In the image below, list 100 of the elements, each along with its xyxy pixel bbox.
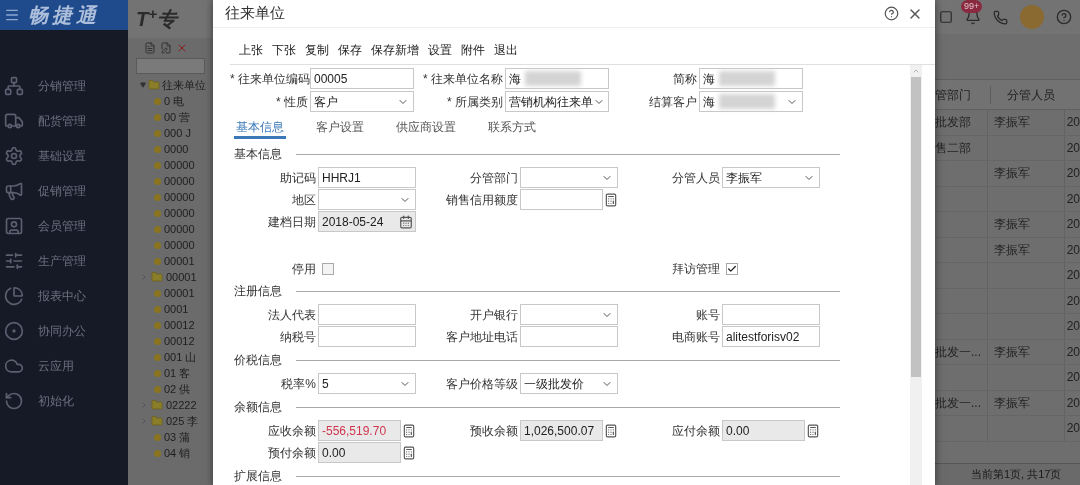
help-icon[interactable] bbox=[884, 6, 899, 21]
tree-item[interactable]: 02222 bbox=[166, 396, 197, 414]
input-field[interactable] bbox=[722, 304, 820, 325]
input-field[interactable] bbox=[520, 189, 603, 210]
tree-item[interactable]: 00000 bbox=[164, 156, 195, 174]
checkbox[interactable] bbox=[322, 263, 334, 275]
tab[interactable]: 联系方式 bbox=[486, 118, 538, 139]
menu-icon[interactable] bbox=[4, 7, 20, 23]
tree-item[interactable]: 00000 bbox=[164, 188, 195, 206]
sidebar-item[interactable]: 分销管理 bbox=[0, 68, 128, 103]
expand-icon[interactable] bbox=[140, 273, 148, 281]
scroll-up-icon[interactable] bbox=[912, 67, 920, 75]
tree-item[interactable]: 025 李 bbox=[166, 412, 199, 430]
select-field[interactable]: 客户 bbox=[310, 91, 414, 112]
tab[interactable]: 客户设置 bbox=[314, 118, 366, 139]
select-field[interactable] bbox=[520, 304, 618, 325]
sidebar-item[interactable]: 协同办公 bbox=[0, 313, 128, 348]
input-field[interactable] bbox=[318, 304, 416, 325]
tree-item[interactable]: 00001 bbox=[166, 268, 197, 286]
phone-icon[interactable] bbox=[993, 9, 1008, 25]
select-field[interactable] bbox=[318, 189, 416, 210]
tree-item[interactable]: 04 销 bbox=[164, 444, 191, 462]
checkbox[interactable] bbox=[726, 263, 738, 275]
tree-item[interactable]: 00000 bbox=[164, 220, 195, 238]
tree-item[interactable]: 0001 bbox=[164, 300, 189, 318]
section-title: 扩展信息 bbox=[234, 468, 282, 485]
field-label: 分管部门 bbox=[469, 169, 519, 187]
calculator-icon[interactable] bbox=[604, 423, 618, 438]
sidebar-item[interactable]: 促销管理 bbox=[0, 173, 128, 208]
tree-item[interactable]: 00000 bbox=[164, 172, 195, 190]
scrollbar[interactable] bbox=[910, 65, 922, 485]
field-label: 预收余额 bbox=[469, 422, 519, 440]
toolbar-button[interactable]: 保存 bbox=[338, 41, 362, 59]
tree-item[interactable]: 03 蒲 bbox=[164, 428, 191, 446]
input-field[interactable]: 海 bbox=[505, 68, 609, 89]
select-field[interactable]: 李振军 bbox=[722, 167, 820, 188]
tree-item[interactable]: 000 J bbox=[164, 124, 191, 142]
sidebar-item[interactable]: 报表中心 bbox=[0, 278, 128, 313]
input-field[interactable] bbox=[318, 326, 416, 347]
tab[interactable]: 供应商设置 bbox=[394, 118, 458, 139]
toolbar-button[interactable]: 复制 bbox=[305, 41, 329, 59]
table-cell: 李振军 bbox=[987, 212, 1064, 237]
tree-item[interactable]: 01 客 bbox=[164, 364, 191, 382]
input-field[interactable]: HHRJ1 bbox=[318, 167, 416, 188]
select-field[interactable]: 5 bbox=[318, 373, 416, 394]
input-field[interactable] bbox=[520, 326, 618, 347]
tree-item[interactable]: 00012 bbox=[164, 332, 195, 350]
calculator-icon[interactable] bbox=[604, 192, 618, 207]
calculator-icon[interactable] bbox=[402, 423, 416, 438]
toolbar-button[interactable]: 下张 bbox=[272, 41, 296, 59]
toolbar-button[interactable]: 设置 bbox=[428, 41, 452, 59]
table-cell: 20 bbox=[1063, 135, 1080, 160]
input-field[interactable]: alitestforisv02 bbox=[722, 326, 820, 347]
tree-item[interactable]: 往来单位 bbox=[162, 76, 206, 94]
help-icon[interactable] bbox=[1056, 9, 1072, 25]
toolbar-button[interactable]: 上张 bbox=[239, 41, 263, 59]
sidebar-item[interactable]: 配货管理 bbox=[0, 103, 128, 138]
sliders-icon bbox=[4, 250, 24, 271]
calendar-icon[interactable] bbox=[399, 214, 413, 229]
toolbar-button[interactable]: 退出 bbox=[494, 41, 518, 59]
table-cell-text: 售二部 bbox=[935, 139, 972, 157]
ring-icon bbox=[4, 320, 24, 341]
tree-item[interactable]: 00012 bbox=[164, 316, 195, 334]
search-field[interactable] bbox=[136, 58, 205, 74]
select-field[interactable]: 一级批发价 bbox=[520, 373, 618, 394]
sidebar-item[interactable]: 基础设置 bbox=[0, 138, 128, 173]
tree-item[interactable]: 0 电 bbox=[164, 92, 185, 110]
table-cell-text: 批发一... bbox=[935, 343, 982, 361]
tree-item[interactable]: 001 山 bbox=[164, 348, 197, 366]
expand-icon[interactable] bbox=[140, 82, 146, 88]
sidebar-item[interactable]: 会员管理 bbox=[0, 208, 128, 243]
select-field[interactable]: 海 bbox=[699, 91, 803, 112]
tree-item[interactable]: 00000 bbox=[164, 204, 195, 222]
table-cell: 20 bbox=[1063, 161, 1080, 186]
calculator-icon[interactable] bbox=[806, 423, 820, 438]
toolbar-button[interactable]: 保存新增 bbox=[371, 41, 419, 59]
delete-icon[interactable] bbox=[176, 42, 188, 54]
date-field[interactable]: 2018-05-24 bbox=[318, 211, 416, 232]
tree-item[interactable]: 00 营 bbox=[164, 108, 191, 126]
tab[interactable]: 基本信息 bbox=[234, 118, 286, 139]
select-field[interactable] bbox=[520, 167, 618, 188]
field-value: 5 bbox=[321, 375, 329, 393]
tree-item[interactable]: 00001 bbox=[164, 284, 195, 302]
edit-icon[interactable] bbox=[160, 42, 172, 54]
toolbar-button[interactable]: 附件 bbox=[461, 41, 485, 59]
avatar[interactable] bbox=[1020, 5, 1044, 29]
sidebar-item[interactable]: 生产管理 bbox=[0, 243, 128, 278]
input-field[interactable]: 海 bbox=[699, 68, 803, 89]
refresh-icon bbox=[4, 390, 24, 411]
sidebar-item[interactable]: 初始化 bbox=[0, 383, 128, 418]
calculator-icon[interactable] bbox=[402, 445, 416, 460]
document-icon[interactable] bbox=[144, 42, 156, 54]
select-field[interactable]: 营销机构往来单 bbox=[505, 91, 609, 112]
tree-item[interactable]: 02 供 bbox=[164, 380, 191, 398]
tree-item[interactable]: 00000 bbox=[164, 236, 195, 254]
sidebar-item[interactable]: 云应用 bbox=[0, 348, 128, 383]
window-icon[interactable] bbox=[939, 10, 953, 24]
tree-item[interactable]: 0000 bbox=[164, 140, 189, 158]
input-field[interactable]: 00005 bbox=[310, 68, 414, 89]
tree-item[interactable]: 00001 bbox=[164, 252, 195, 270]
